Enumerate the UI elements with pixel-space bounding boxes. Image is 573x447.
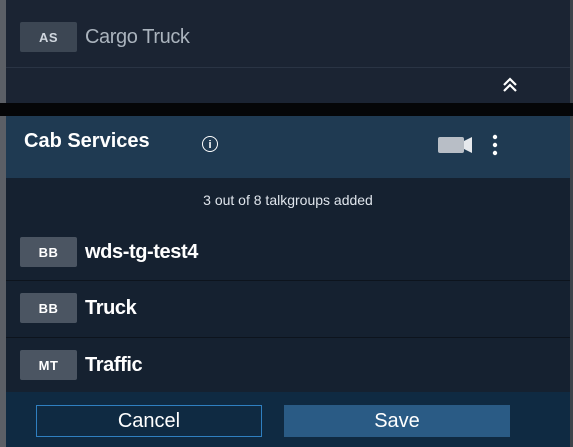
talkgroup-badge: BB — [20, 293, 77, 323]
section-separator-band — [0, 103, 573, 116]
section-divider — [6, 67, 570, 68]
talkgroup-badge: BB — [20, 237, 77, 267]
talkgroup-name: Traffic — [85, 353, 143, 376]
group-title: Cab Services — [24, 130, 150, 152]
talkgroup-row-cargo-truck[interactable]: AS Cargo Truck — [6, 12, 570, 62]
collapse-button[interactable] — [495, 72, 525, 98]
talkgroup-row[interactable]: BB wds-tg-test4 — [6, 230, 570, 274]
info-icon[interactable]: i — [202, 136, 218, 152]
talkgroup-name: Cargo Truck — [85, 25, 190, 48]
action-footer: Cancel Save — [6, 392, 570, 447]
kebab-menu-icon[interactable] — [490, 132, 500, 158]
group-body: 3 out of 8 talkgroups added BB wds-tg-te… — [6, 178, 570, 392]
group-header: Cab Services i — [6, 116, 570, 178]
talkgroup-row[interactable]: MT Traffic — [6, 343, 570, 387]
save-button[interactable]: Save — [284, 405, 510, 437]
previous-group-section: AS Cargo Truck — [6, 0, 570, 103]
talkgroup-count-text: 3 out of 8 talkgroups added — [203, 192, 373, 208]
double-chevron-up-icon — [503, 77, 517, 92]
talkgroup-row[interactable]: BB Truck — [6, 286, 570, 330]
row-divider — [6, 280, 570, 281]
talkgroup-name: Truck — [85, 296, 137, 319]
cancel-button[interactable]: Cancel — [36, 405, 262, 437]
talkgroup-badge: MT — [20, 350, 77, 380]
talkgroup-name: wds-tg-test4 — [85, 240, 198, 263]
video-camera-icon[interactable] — [438, 137, 478, 153]
row-divider — [6, 337, 570, 338]
talkgroup-badge: AS — [20, 22, 77, 52]
